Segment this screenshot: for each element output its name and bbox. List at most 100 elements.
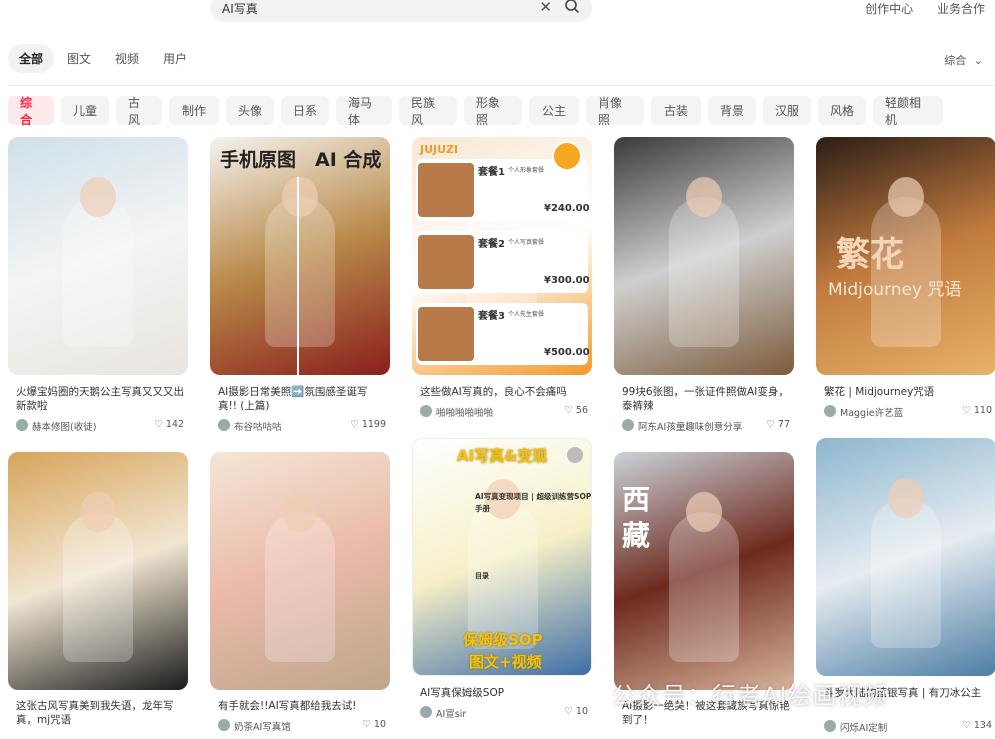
heart-icon[interactable]: ♡ xyxy=(154,419,163,430)
heart-icon[interactable]: ♡ xyxy=(962,720,971,731)
note-title[interactable]: 繁花 | Midjourney咒语 xyxy=(824,385,992,399)
author-name[interactable]: AI宣sir xyxy=(436,706,466,720)
note-meta: 布谷咕咕咕 ♡ 1199 xyxy=(218,419,386,433)
package-thumb xyxy=(418,163,474,217)
like-count[interactable]: ♡ 142 xyxy=(154,419,184,430)
avatar[interactable] xyxy=(622,419,634,431)
note-cover-image[interactable]: JUJUZI 套餐1 个人形象套餐 ¥240.00 套餐2 个人写真套餐 ¥300.00 套餐… xyxy=(412,137,592,375)
top-bar: AI写真 ✕ 创作中心 业务合作 xyxy=(0,0,995,24)
like-count[interactable]: ♡ 110 xyxy=(962,405,992,416)
note-title[interactable]: AI摄影日常美照➡️氛围感圣诞写真!! (上篇) xyxy=(218,385,386,413)
chip-1[interactable]: 儿童 xyxy=(61,96,109,125)
note-title[interactable]: 这张古风写真美到我失语，龙年写真，mj咒语 xyxy=(16,699,184,727)
chip-13[interactable]: 汉服 xyxy=(763,96,811,125)
avatar[interactable] xyxy=(824,405,836,417)
package-thumb xyxy=(418,307,474,361)
search-input[interactable]: AI写真 xyxy=(222,0,258,17)
tab-videos[interactable]: 视频 xyxy=(104,44,150,73)
heart-icon[interactable]: ♡ xyxy=(564,405,573,416)
note-card[interactable]: 手机原图 AI 合成 AI摄影日常美照➡️氛围感圣诞写真!! (上篇) 布谷咕咕咕 ♡ 1… xyxy=(210,137,390,433)
author-name[interactable]: 奶茶AI写真馆 xyxy=(234,719,291,733)
note-cover-image[interactable] xyxy=(816,438,995,676)
like-count[interactable]: ♡ 56 xyxy=(564,405,588,416)
avatar[interactable] xyxy=(218,719,230,731)
sort-dropdown[interactable]: 综合 ⌄ xyxy=(944,52,983,68)
note-card[interactable]: JUJUZI 套餐1 个人形象套餐 ¥240.00 套餐2 个人写真套餐 ¥300.00 套餐… xyxy=(412,137,592,425)
note-card[interactable]: 99块6张图，一张证件照做AI变身，泰裤辣阿东AI孩童趣味创意分享 ♡ 77 xyxy=(614,137,794,433)
like-count[interactable]: ♡ 77 xyxy=(766,419,790,430)
overlay-text: 套餐3 xyxy=(478,311,505,322)
overlay-text: AI 合成 xyxy=(315,149,382,171)
chip-7[interactable]: 民族风 xyxy=(399,96,457,127)
like-number: 10 xyxy=(575,706,588,717)
portrait-head xyxy=(282,177,318,217)
heart-icon[interactable]: ♡ xyxy=(564,706,573,717)
like-count[interactable]: ♡ 134 xyxy=(962,720,992,731)
chip-3[interactable]: 制作 xyxy=(169,96,219,125)
overlay-text: Midjourney 咒语 xyxy=(828,280,962,300)
heart-icon[interactable]: ♡ xyxy=(362,719,371,730)
tab-users[interactable]: 用户 xyxy=(152,44,198,73)
heart-icon[interactable]: ♡ xyxy=(350,419,359,430)
search-icon[interactable] xyxy=(564,0,580,14)
note-cover-image[interactable]: AI写真&变现 AI写真变现项目 | 超级训练营SOP 手册 目录 保姆级SOP 图文+视… xyxy=(412,438,592,676)
note-title[interactable]: 这些做AI写真的，良心不会痛吗 xyxy=(420,385,588,399)
author-name[interactable]: 布谷咕咕咕 xyxy=(234,419,282,433)
search-box[interactable]: AI写真 ✕ xyxy=(210,0,592,22)
note-cover-image[interactable] xyxy=(614,137,794,375)
heart-icon[interactable]: ♡ xyxy=(766,419,775,430)
chip-10[interactable]: 肖像照 xyxy=(586,96,644,127)
portrait-head xyxy=(888,478,924,518)
like-count[interactable]: ♡ 10 xyxy=(362,719,386,730)
note-card[interactable]: 火爆宝妈圈的天鹅公主写真又又又出新款啦赫本修图(收徒) ♡ 142 xyxy=(8,137,188,433)
overlay-text: 套餐1 xyxy=(478,167,505,178)
note-cover-image[interactable]: 繁花 Midjourney 咒语 xyxy=(816,137,995,375)
note-meta: 闪烁AI定制 ♡ 134 xyxy=(824,720,992,734)
creator-center-link[interactable]: 创作中心 xyxy=(865,2,913,16)
author-name[interactable]: 啪啪啪啪啪啪 xyxy=(436,405,493,419)
author-name[interactable]: 赫本修图(收徒) xyxy=(32,419,96,433)
avatar[interactable] xyxy=(16,419,28,431)
chip-2[interactable]: 古风 xyxy=(116,96,162,127)
note-cover-image[interactable]: 西藏 xyxy=(614,452,794,690)
portrait-head xyxy=(686,492,722,532)
like-count[interactable]: ♡ 10 xyxy=(564,706,588,717)
chip-11[interactable]: 古装 xyxy=(651,96,701,125)
note-cover-image[interactable] xyxy=(8,137,188,375)
chip-9[interactable]: 公主 xyxy=(529,96,579,125)
avatar[interactable] xyxy=(824,720,836,732)
chip-0[interactable]: 综合 xyxy=(8,96,54,127)
note-title[interactable]: 99块6张图，一张证件照做AI变身，泰裤辣 xyxy=(622,385,790,413)
chip-6[interactable]: 海马体 xyxy=(336,96,392,127)
chip-8[interactable]: 形象照 xyxy=(464,96,522,127)
note-title[interactable]: 有手就会!!AI写真都给我去试! xyxy=(218,699,386,713)
overlay-text: 繁花 xyxy=(836,235,904,275)
note-card[interactable]: 有手就会!!AI写真都给我去试! 奶茶AI写真馆 ♡ 10 xyxy=(210,452,390,739)
author-name[interactable]: Maggie许艺蓝 xyxy=(840,405,903,419)
note-card[interactable]: AI写真&变现 AI写真变现项目 | 超级训练营SOP 手册 目录 保姆级SOP 图文+视… xyxy=(412,438,592,726)
like-count[interactable]: ♡ 1199 xyxy=(350,419,386,430)
author-name[interactable]: 阿东AI孩童趣味创意分享 xyxy=(638,419,742,433)
note-card[interactable]: 繁花 Midjourney 咒语繁花 | Midjourney咒语 Maggie许艺… xyxy=(816,137,995,425)
avatar[interactable] xyxy=(420,405,432,417)
chip-4[interactable]: 头像 xyxy=(226,96,274,125)
avatar[interactable] xyxy=(218,419,230,431)
note-cover-image[interactable] xyxy=(210,452,390,690)
tab-all[interactable]: 全部 xyxy=(8,43,55,73)
note-cover-image[interactable]: 手机原图 AI 合成 xyxy=(210,137,390,375)
clear-icon[interactable]: ✕ xyxy=(539,0,552,16)
tab-posts[interactable]: 图文 xyxy=(56,44,102,73)
note-cover-image[interactable] xyxy=(8,452,188,690)
note-card[interactable]: 这张古风写真美到我失语，龙年写真，mj咒语 xyxy=(8,452,188,739)
author-name[interactable]: 闪烁AI定制 xyxy=(840,720,887,734)
note-title[interactable]: 火爆宝妈圈的天鹅公主写真又又又出新款啦 xyxy=(16,385,184,413)
chip-12[interactable]: 背景 xyxy=(708,96,756,125)
chip-5[interactable]: 日系 xyxy=(281,96,329,125)
play-icon[interactable] xyxy=(567,447,583,463)
note-title[interactable]: AI写真保姆级SOP xyxy=(420,686,588,700)
chip-14[interactable]: 风格 xyxy=(818,96,866,125)
avatar[interactable] xyxy=(420,706,432,718)
business-link[interactable]: 业务合作 xyxy=(937,2,985,16)
chip-15[interactable]: 轻颜相机 xyxy=(873,96,943,127)
heart-icon[interactable]: ♡ xyxy=(962,405,971,416)
